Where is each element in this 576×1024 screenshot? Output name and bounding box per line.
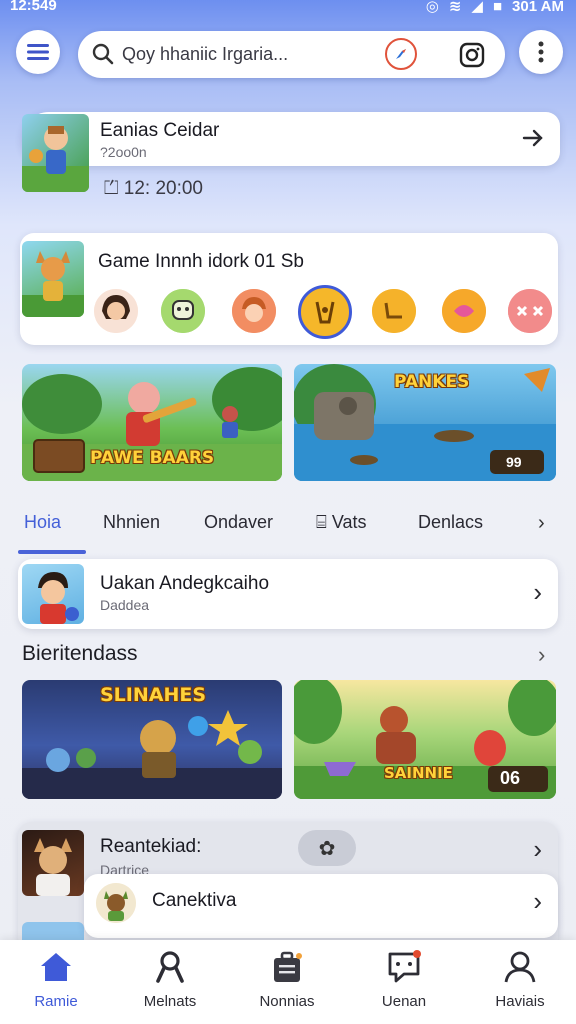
tab-3[interactable]: Ondaver <box>204 512 273 533</box>
tabs-scroll-right-icon[interactable]: › <box>538 512 545 535</box>
popup-card-title: Canektiva <box>152 890 237 911</box>
feature-row-title: Uakan Andegkcaiho <box>100 573 270 594</box>
recent-card-thumbnail <box>22 830 84 896</box>
friend-avatar-5[interactable] <box>372 289 416 333</box>
banner-1[interactable]: PAWE BAARS <box>22 364 282 481</box>
event-subtitle: ?2oo0n <box>100 144 147 160</box>
hamburger-icon <box>27 44 49 60</box>
nav-home-label: Ramie <box>34 993 78 1010</box>
recent-chevron-right-icon: › <box>533 834 542 864</box>
friend-avatar-2[interactable] <box>161 289 205 333</box>
recent-card-title: Reantekiad: <box>100 836 202 857</box>
friend-avatar-4-selected[interactable] <box>298 285 352 339</box>
popup-card[interactable]: Canektiva › <box>84 874 558 938</box>
chevron-right-icon: › <box>533 577 542 607</box>
status-bar: 12:549 ◎ ≋ ◢ ■ 301 AM <box>0 0 576 18</box>
category-tabs: Hoia Nhnien Ondaver ⌸ Vats Denlacs › <box>0 500 576 556</box>
nav-4-label: Uenan <box>381 993 427 1010</box>
signal-icon: ◢ <box>471 0 483 15</box>
user-icon <box>504 951 536 983</box>
banner-2[interactable]: PANKES 99 <box>294 364 556 481</box>
more-vertical-icon <box>538 41 544 63</box>
bag-icon: ⌸ <box>316 512 327 532</box>
controller-button[interactable]: ✿ <box>298 830 356 866</box>
camera-icon[interactable] <box>459 42 485 68</box>
bottom-navigation: Ramie Melnats Nonnias Uenan Haviais <box>0 940 576 1024</box>
arrow-right-icon <box>522 129 543 147</box>
event-time: ⏍ 12: 20:00 <box>104 178 203 199</box>
friend-avatar-6[interactable] <box>442 289 486 333</box>
nav-4[interactable]: Uenan <box>354 950 454 1010</box>
feature-row-subtitle: Daddea <box>100 597 150 613</box>
event-thumbnail <box>22 114 89 192</box>
banner-2-badge: 99 <box>506 454 522 470</box>
nav-2[interactable]: Melnats <box>120 950 220 1010</box>
friend-avatar-7[interactable] <box>508 289 552 333</box>
nav-home[interactable]: Ramie <box>6 950 106 1010</box>
search-icon <box>92 43 114 65</box>
popup-avatar <box>96 883 136 923</box>
active-tab-indicator <box>18 550 86 554</box>
tab-2[interactable]: Nhnien <box>103 512 160 533</box>
friend-avatar-1[interactable] <box>94 289 138 333</box>
calendar-icon: ⏍ <box>104 178 119 199</box>
briefcase-icon <box>274 951 302 982</box>
feature-row-thumbnail <box>22 564 84 624</box>
friend-avatar-3[interactable] <box>232 289 276 333</box>
nav-2-label: Melnats <box>143 993 197 1010</box>
friends-card[interactable]: Game Innnh idork 01 Sb <box>20 233 558 345</box>
tab-4[interactable]: Vats <box>332 512 367 532</box>
nav-3-label: Nonnias <box>259 993 315 1010</box>
event-title: Eanias Ceidar <box>100 120 220 141</box>
game-card-1[interactable]: SLINAHES <box>22 680 282 799</box>
friends-card-thumbnail <box>22 241 84 317</box>
menu-button[interactable] <box>16 30 60 74</box>
section-more-icon[interactable]: › <box>538 642 545 668</box>
section-title: Bieritendass <box>22 642 138 665</box>
wifi-icon: ≋ <box>448 0 462 15</box>
battery-icon: ■ <box>492 0 503 15</box>
mute-icon: ◎ <box>425 0 439 15</box>
event-card[interactable]: Eanias Ceidar ?2oo0n <box>22 112 560 166</box>
compass-icon[interactable] <box>385 38 417 70</box>
banner-2-label: PANKES <box>394 372 470 392</box>
more-options-button[interactable] <box>519 30 563 74</box>
banner-1-label: PAWE BAARS <box>90 448 215 468</box>
search-input[interactable]: Qoy hhaniic Irgaria... <box>122 44 288 65</box>
game-card-2[interactable]: SAINNIE 06 <box>294 680 556 799</box>
game-card-1-label: SLINAHES <box>100 684 207 706</box>
search-bar[interactable]: Qoy hhaniic Irgaria... <box>78 31 505 78</box>
chat-icon <box>388 950 421 983</box>
game-card-2-badge: 06 <box>500 768 521 788</box>
feature-row[interactable]: Uakan Andegkcaiho Daddea › <box>18 559 558 629</box>
home-icon <box>41 953 71 981</box>
nav-3[interactable]: Nonnias <box>237 950 337 1010</box>
status-time: 12:549 <box>10 0 57 14</box>
nav-profile[interactable]: Haviais <box>470 950 570 1010</box>
status-icons: ◎ ≋ ◢ ■ 301 AM <box>426 0 564 15</box>
popup-chevron-right-icon: › <box>533 886 542 916</box>
friends-card-title: Game Innnh idork 01 Sb <box>98 251 304 272</box>
tab-home[interactable]: Hoia <box>24 512 61 533</box>
gamepad-icon: ✿ <box>318 837 336 860</box>
ribbon-icon <box>156 951 184 983</box>
game-card-2-label: SAINNIE <box>384 764 453 782</box>
status-right-text: 301 AM <box>512 0 564 15</box>
tab-4-container[interactable]: ⌸ Vats <box>316 512 367 533</box>
tab-5[interactable]: Denlacs <box>418 512 483 533</box>
nav-profile-label: Haviais <box>495 993 545 1010</box>
